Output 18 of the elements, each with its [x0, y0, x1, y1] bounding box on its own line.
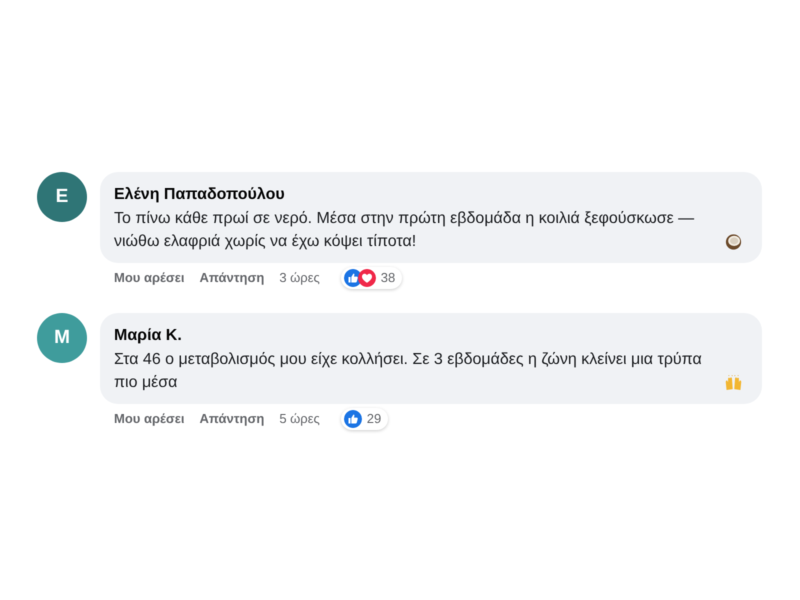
comment-text: Στα 46 ο μεταβολισμός μου είχε κολλήσει. Σε 3 εβδομάδες η ζώνη κλείνει μια τρύπα πιο μέσα	[114, 350, 703, 393]
avatar: E	[37, 172, 87, 222]
avatar: M	[37, 313, 87, 363]
comment-action-link[interactable]: Απάντηση	[200, 411, 264, 427]
reaction-count: 38	[380, 270, 396, 286]
author-name[interactable]: Ελένη Παπαδοπούλου	[114, 184, 285, 206]
timestamp: 5 ώρες	[279, 411, 320, 427]
comment-text: Το πίνω κάθε πρωί σε νερό. Μέσα στην πρώτη εβδομάδα η κοιλιά ξεφούσκωσε — νιώθω ελαφριά χωρίς να έχω κόψει τίποτα!	[114, 209, 696, 252]
comment-action-link[interactable]: Μου αρέσει	[114, 411, 185, 427]
reaction-count: 29	[366, 411, 382, 427]
comment-action-link[interactable]: Απάντηση	[200, 270, 264, 286]
reactions-pill[interactable]: 29	[340, 408, 388, 430]
raised-hands-emoji-icon	[725, 375, 742, 391]
coconut-emoji-icon	[725, 234, 742, 250]
comment-action-link[interactable]: Μου αρέσει	[114, 270, 185, 286]
author-name[interactable]: Μαρία Κ.	[114, 325, 182, 347]
reactions-pill[interactable]: 38	[340, 267, 402, 289]
timestamp: 3 ώρες	[279, 270, 320, 286]
